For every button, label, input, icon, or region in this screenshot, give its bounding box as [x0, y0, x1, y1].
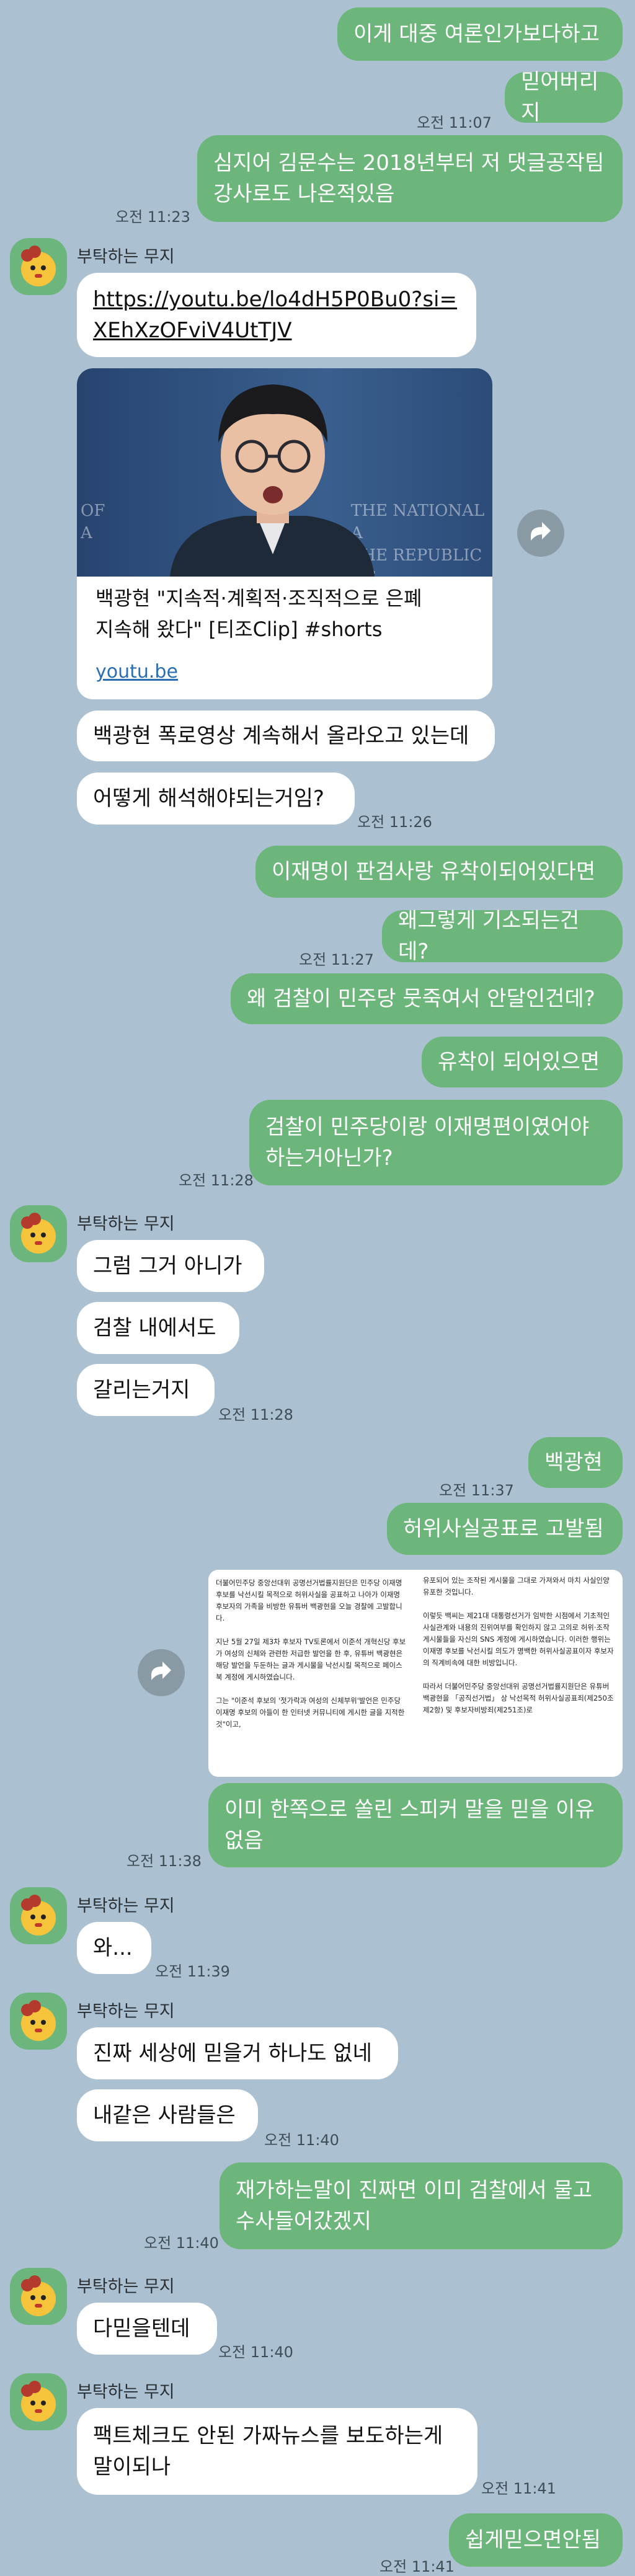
my-message[interactable]: 쉽게믿으면안됨	[449, 2513, 623, 2567]
video-thumbnail[interactable]: THE NATIONAL A THE REPUBLIC OF OF A	[77, 368, 492, 587]
timestamp: 오전 11:27	[299, 951, 374, 968]
their-message[interactable]: 백광현 폭로영상 계속해서 올라오고 있는데	[77, 710, 495, 761]
timestamp: 오전 11:39	[155, 1963, 230, 1980]
timestamp: 오전 11:37	[439, 1482, 514, 1499]
sender-name: 부탁하는 무지	[77, 247, 175, 267]
timestamp: 오전 11:23	[115, 208, 190, 226]
avatar[interactable]	[10, 1993, 67, 2050]
avatar[interactable]	[10, 2373, 67, 2430]
timestamp: 오전 11:40	[144, 2234, 219, 2252]
my-message[interactable]: 왜그렇게 기소되는건데?	[382, 908, 623, 964]
their-message[interactable]: 내같은 사람들은	[77, 2089, 258, 2141]
share-icon	[151, 1662, 171, 1680]
muzi-avatar-icon	[21, 1895, 56, 1936]
card-domain[interactable]: youtu.be	[95, 661, 178, 683]
timestamp: 오전 11:38	[127, 1852, 202, 1870]
my-message[interactable]: 재가하는말이 진짜면 이미 검찰에서 물고 수사들어갔겠지	[220, 2162, 623, 2249]
their-message[interactable]: 갈리는거지	[77, 1364, 215, 1416]
my-message[interactable]: 이미 한쪽으로 쏠린 스피커 말을 믿을 이유 없음	[208, 1783, 623, 1867]
document-left-column: 더불어민주당 중앙선대위 공명선거법률지원단은 민주당 이재명 후보를 낙선시킬…	[216, 1578, 406, 1728]
muzi-avatar-icon	[21, 2000, 56, 2041]
their-message[interactable]: 검찰 내에서도	[77, 1302, 239, 1354]
sender-name: 부탁하는 무지	[77, 2383, 175, 2402]
timestamp: 오전 11:07	[417, 114, 492, 131]
my-message[interactable]: 믿어버리지	[505, 69, 623, 125]
my-message[interactable]: 이게 대중 여론인가보다하고	[337, 7, 623, 61]
their-message[interactable]: 팩트체크도 안된 가짜뉴스를 보도하는게 말이되나	[77, 2408, 477, 2495]
their-message[interactable]: 어떻게 해석해야되는거임?	[77, 772, 355, 825]
share-icon	[531, 522, 551, 541]
my-message[interactable]: 검찰이 민주당이랑 이재명편이였어야 하는거아닌가?	[249, 1100, 623, 1185]
muzi-avatar-icon	[21, 1213, 56, 1254]
timestamp: 오전 11:41	[380, 2558, 455, 2575]
their-message[interactable]: 그럼 그거 아니가	[77, 1240, 264, 1292]
muzi-avatar-icon	[21, 2381, 56, 2422]
share-button[interactable]	[138, 1649, 185, 1696]
muzi-avatar-icon	[21, 246, 56, 286]
avatar[interactable]	[10, 2268, 67, 2325]
their-message[interactable]: 다믿을텐데	[77, 2303, 217, 2355]
my-message[interactable]: 이재명이 판검사랑 유착이되어있다면	[255, 846, 623, 898]
my-message[interactable]: 백광현	[528, 1437, 623, 1488]
person-thumbnail	[170, 384, 375, 577]
timestamp: 오전 11:41	[481, 2480, 556, 2497]
muzi-avatar-icon	[21, 2275, 56, 2316]
link-preview-card[interactable]: THE NATIONAL A THE REPUBLIC OF OF A 백광현 …	[77, 368, 492, 699]
my-message[interactable]: 심지어 김문수는 2018년부터 저 댓글공작팀 강사로도 나온적있음	[197, 135, 623, 222]
sender-name: 부탁하는 무지	[77, 2002, 175, 2021]
sender-name: 부탁하는 무지	[77, 1897, 175, 1916]
avatar[interactable]	[10, 1205, 67, 1262]
document-right-column: 유포되어 있는 조작된 게시물을 그대로 가져와서 마치 사실인양 유포한 것입…	[423, 1576, 614, 1714]
my-message[interactable]: 허위사실공표로 고발됨	[387, 1503, 623, 1555]
sender-name: 부탁하는 무지	[77, 1215, 175, 1234]
timestamp: 오전 11:40	[218, 2344, 293, 2361]
timestamp: 오전 11:40	[264, 2131, 339, 2149]
share-button[interactable]	[517, 510, 564, 557]
avatar[interactable]	[10, 1887, 67, 1944]
link-message[interactable]: https://youtu.be/lo4dH5P0Bu0?si= XEhXzOF…	[77, 273, 476, 357]
timestamp: 오전 11:26	[357, 813, 432, 831]
my-message[interactable]: 왜 검찰이 민주당 뭇죽여서 안달인건데?	[231, 973, 623, 1024]
timestamp: 오전 11:28	[218, 1406, 293, 1423]
card-title: 백광현 "지속적·계획적·조직적으로 은폐 지속해 왔다" [티조Clip] #…	[95, 586, 422, 641]
sender-name: 부탁하는 무지	[77, 2277, 175, 2296]
my-message[interactable]: 유착이 되어있으면	[422, 1037, 623, 1087]
their-message[interactable]: 진짜 세상에 믿을거 하나도 없네	[77, 2027, 398, 2079]
timestamp: 오전 11:28	[179, 1172, 254, 1189]
document-image[interactable]: 더불어민주당 중앙선대위 공명선거법률지원단은 민주당 이재명 후보를 낙선시킬…	[208, 1570, 623, 1777]
their-message[interactable]: 와...	[77, 1922, 151, 1974]
avatar[interactable]	[10, 238, 67, 295]
